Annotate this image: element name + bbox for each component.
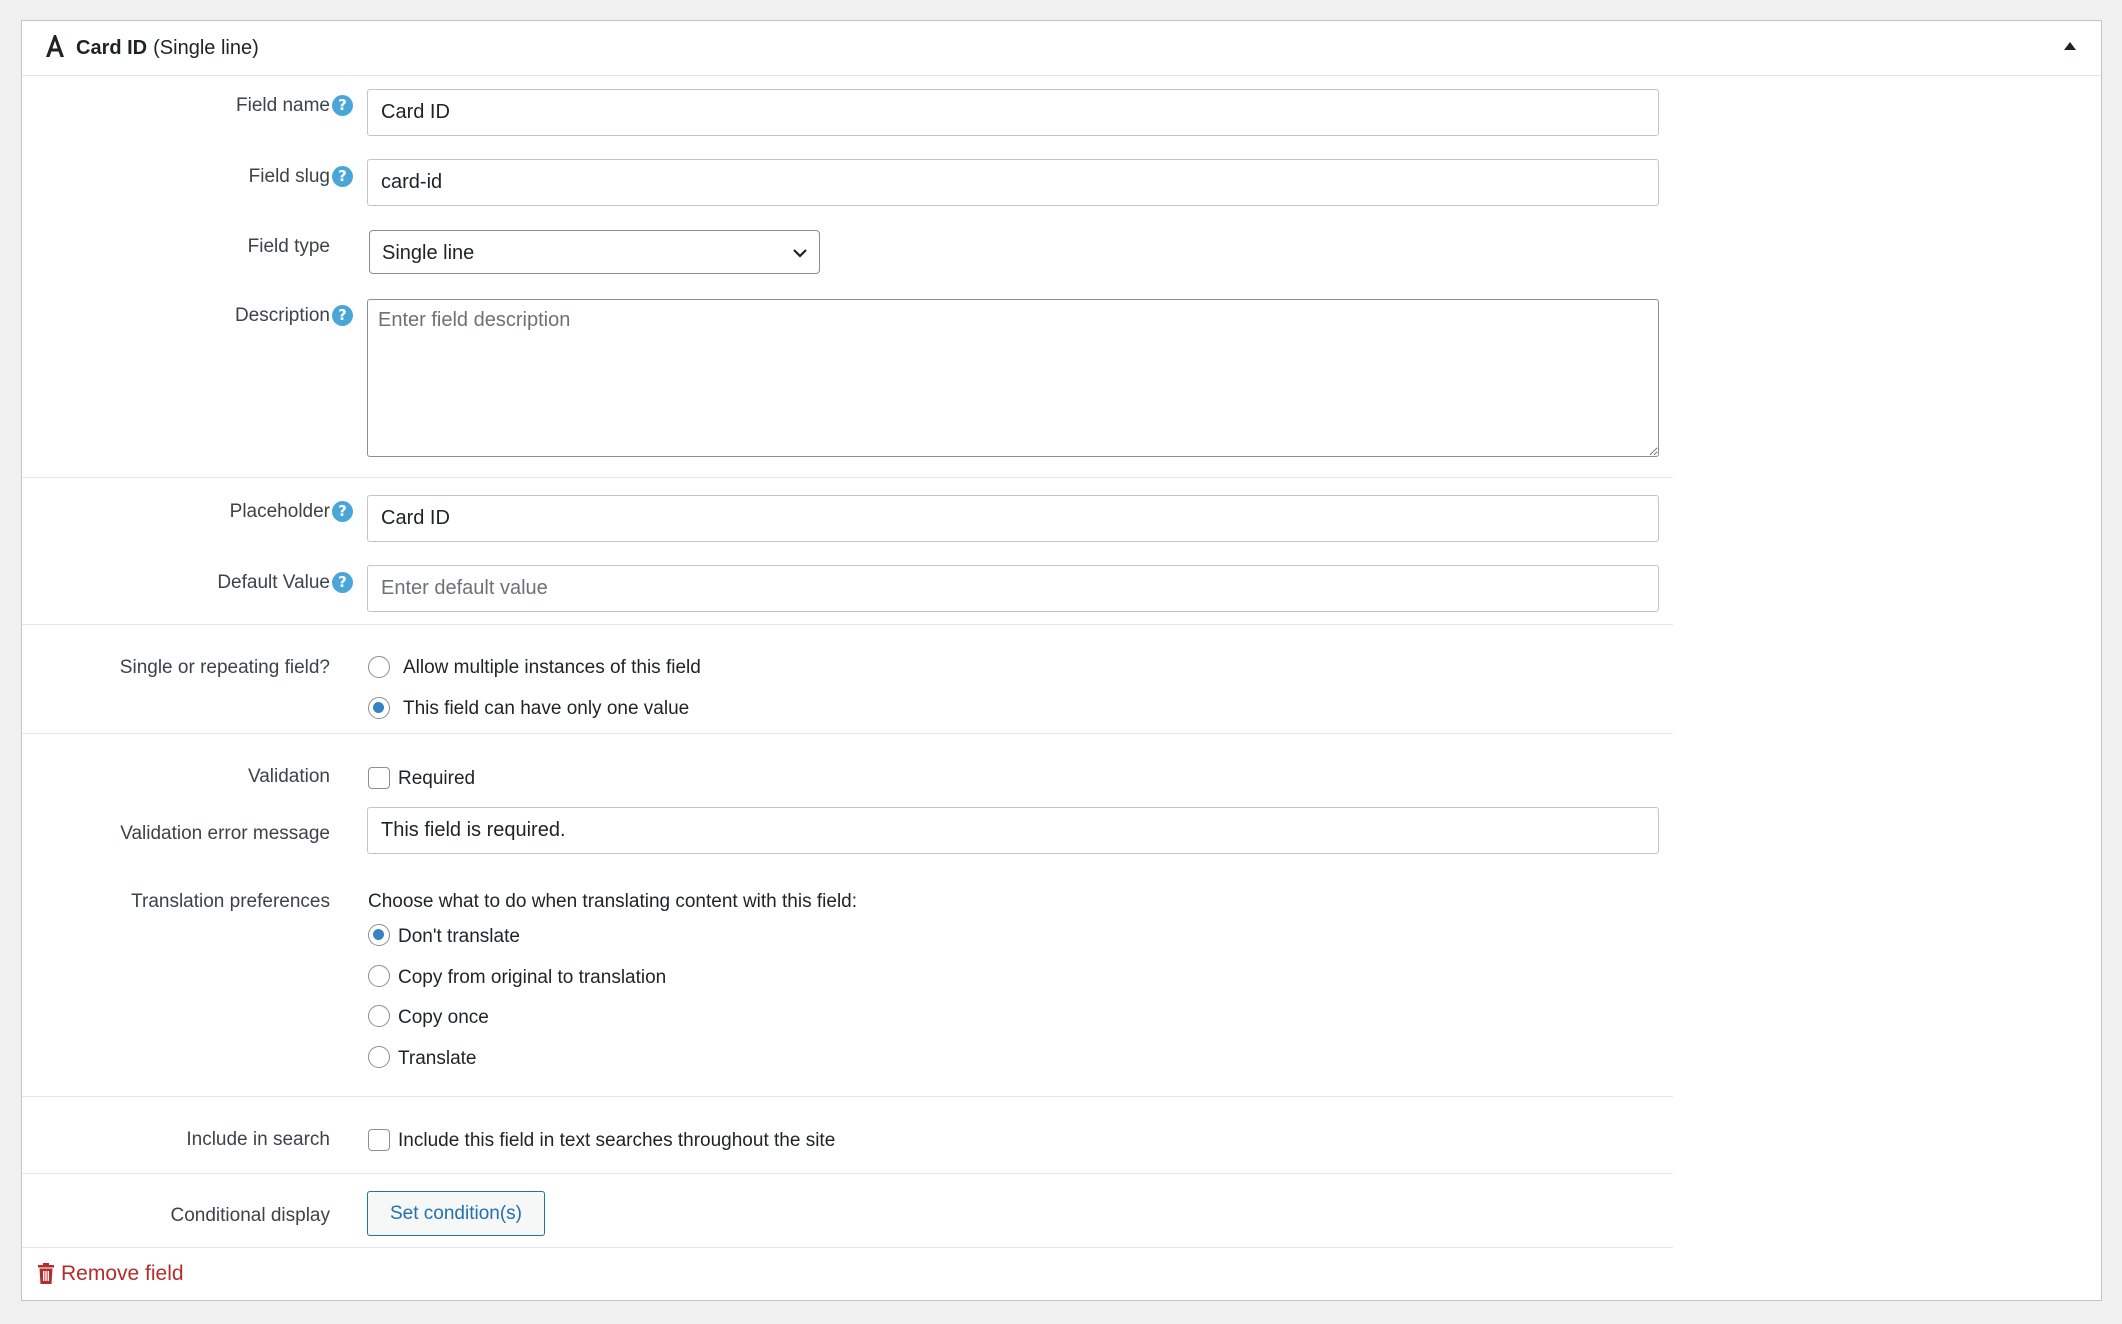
translation-label: Translation preferences [131,891,330,912]
remove-field-label[interactable]: Remove field [61,1262,184,1286]
field-panel: Card ID(Single line) Field name ? Field … [21,20,2102,1301]
field-type-label: Field type [247,236,330,257]
validation-label: Validation [247,766,330,787]
field-type-selected: Single line [382,242,475,264]
repeating-label: Single or repeating field? [119,657,330,678]
section-divider [22,733,1673,734]
description-textarea[interactable] [367,299,1659,457]
section-divider [22,477,1673,478]
conditional-label: Conditional display [170,1205,331,1226]
field-name-input[interactable] [367,89,1659,136]
field-type-select[interactable]: Single line [369,230,820,274]
help-icon[interactable]: ? [332,95,353,116]
help-icon[interactable]: ? [332,166,353,187]
radio-single-value[interactable] [368,697,390,719]
panel-title-name: Card ID [76,37,148,59]
radio-single-value-label[interactable]: This field can have only one value [403,698,689,720]
validation-error-input[interactable] [367,807,1659,854]
search-checkbox[interactable] [368,1129,390,1151]
help-icon[interactable]: ? [332,572,353,593]
search-checkbox-label[interactable]: Include this field in text searches thro… [398,1130,835,1152]
set-conditions-button[interactable]: Set condition(s) [367,1191,545,1236]
section-divider [22,624,1673,625]
radio-translate[interactable] [368,1046,390,1068]
section-divider [22,1173,1673,1174]
description-label: Description [234,305,330,326]
translation-intro: Choose what to do when translating conte… [368,891,858,912]
help-icon[interactable]: ? [332,305,353,326]
search-label: Include in search [186,1129,330,1150]
section-divider [22,1247,1673,1248]
radio-allow-multiple-label[interactable]: Allow multiple instances of this field [403,657,701,679]
radio-dont-translate-label[interactable]: Don't translate [398,926,520,948]
placeholder-input[interactable] [367,495,1659,542]
field-slug-label: Field slug [248,166,330,187]
chevron-down-icon [793,249,807,258]
panel-title: Card ID (Single line) [76,36,259,60]
triangle-up-icon[interactable] [2062,38,2078,54]
radio-dont-translate[interactable] [368,924,390,946]
radio-translate-label[interactable]: Translate [398,1048,477,1070]
radio-copy-once-label[interactable]: Copy once [398,1007,489,1029]
default-value-input[interactable] [367,565,1659,612]
letter-a-icon [46,35,64,57]
radio-copy-once[interactable] [368,1005,390,1027]
field-slug-input[interactable] [367,159,1659,206]
panel-title-type: (Single line) [153,37,259,59]
radio-copy-from-original[interactable] [368,965,390,987]
default-value-label: Default Value [217,572,330,593]
trash-icon [38,1263,54,1284]
field-name-label: Field name [236,95,330,116]
help-icon[interactable]: ? [332,501,353,522]
panel-header[interactable]: Card ID (Single line) [22,21,2101,76]
required-checkbox[interactable] [368,767,390,789]
radio-copy-from-original-label[interactable]: Copy from original to translation [398,967,666,989]
validation-error-label: Validation error message [120,823,330,844]
section-divider [22,1096,1673,1097]
placeholder-label: Placeholder [229,501,330,522]
required-checkbox-label[interactable]: Required [398,768,475,790]
radio-allow-multiple[interactable] [368,656,390,678]
